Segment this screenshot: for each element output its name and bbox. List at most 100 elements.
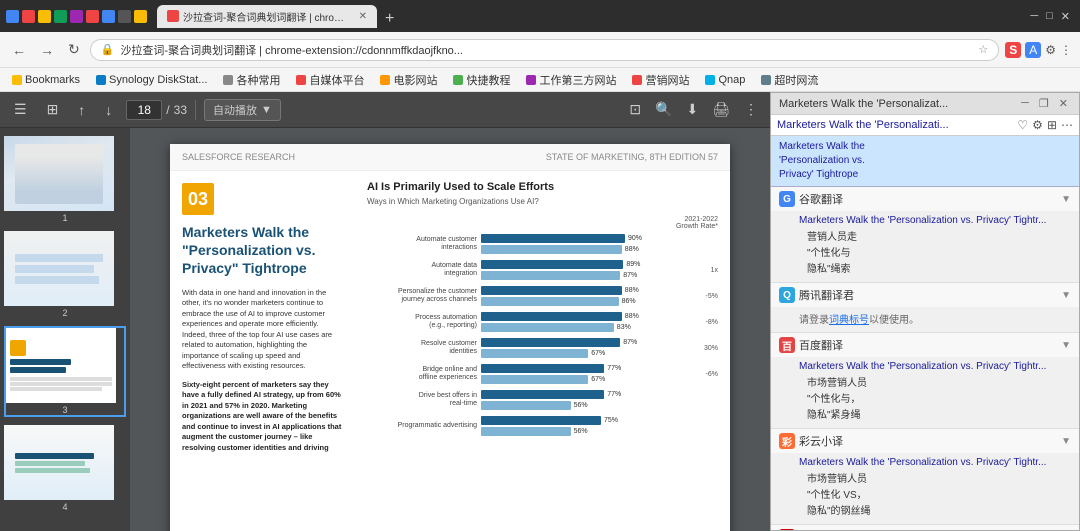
pdf-fit-button[interactable]: ⊡	[625, 99, 645, 120]
pdf-prev-button[interactable]: ↑	[72, 100, 91, 120]
bars-container: 77%67%	[481, 364, 674, 384]
ext-icon-2[interactable]: A	[1025, 42, 1041, 58]
translation-content-1: 请登录词典标号以便使用。	[771, 307, 1079, 332]
popup-copy-icon[interactable]: ⊞	[1047, 118, 1057, 132]
section-header-1[interactable]: Q腾讯翻译君▼	[771, 283, 1079, 307]
forward-button[interactable]: →	[36, 40, 58, 60]
pdf-page-input[interactable]: 18	[126, 100, 162, 120]
section-icon-baidu: 百	[779, 337, 795, 353]
window-minimize[interactable]: ─	[1030, 10, 1038, 22]
chart-row-growth: -5%	[678, 293, 718, 300]
bookmark-item-qnap[interactable]: Qnap	[701, 73, 749, 87]
back-button[interactable]: ←	[8, 40, 30, 60]
section-expand-0: ▼	[1061, 194, 1071, 205]
bookmark-item-synology[interactable]: Synology DiskStat...	[92, 73, 211, 87]
chart-row-growth: -8%	[678, 319, 718, 326]
page-content: 03 Marketers Walk the "Personalization v…	[170, 171, 730, 531]
pdf-next-button[interactable]: ↓	[99, 100, 118, 120]
bars-container: 88%86%	[481, 286, 674, 306]
popup-selected-text: Marketers Walk the'Personalization vs.Pr…	[771, 136, 1079, 187]
active-tab[interactable]: 沙拉查词-聚合词典划词翻译 | chrome-extension://cdonn…	[157, 5, 377, 28]
bar-2021	[481, 245, 622, 254]
translation-item-2-1: 市场营销人员	[799, 374, 1071, 389]
pdf-more-options[interactable]: ⋮	[740, 99, 762, 120]
popup-search-input[interactable]	[777, 119, 1013, 131]
window-close[interactable]: ✕	[1061, 10, 1070, 23]
browser-icon-tray	[0, 8, 153, 25]
bar-2022-label: 87%	[623, 339, 637, 346]
salad-ext-icon[interactable]: S	[1005, 42, 1021, 58]
bookmark-label-synology: Synology DiskStat...	[109, 74, 207, 86]
bar-2021	[481, 375, 588, 384]
chart-section-title: AI Is Primarily Used to Scale Efforts	[367, 181, 718, 193]
pdf-menu-button[interactable]: ☰	[8, 99, 33, 120]
ext-icon-3[interactable]: ⚙	[1045, 43, 1056, 57]
bar-2021-label: 88%	[625, 246, 639, 253]
section-icon-youdao: 有	[779, 529, 795, 530]
bookmark-item-tutorial[interactable]: 快捷教程	[449, 71, 514, 89]
bookmark-label-bookmarks: Bookmarks	[25, 74, 80, 86]
bookmark-item-common[interactable]: 各种常用	[219, 71, 284, 89]
bar-2021-outer: 67%	[481, 349, 674, 358]
pdf-autoplay-button[interactable]: 自动播放 ▼	[204, 99, 281, 121]
popup-settings-icon[interactable]: ⚙	[1032, 118, 1043, 132]
popup-restore-btn[interactable]: ❐	[1036, 97, 1052, 110]
bar-2022-outer: 89%	[481, 260, 674, 269]
browser-icon-4	[54, 10, 67, 23]
ext-icon-4[interactable]: ⋮	[1060, 43, 1072, 57]
pdf-zoom-out[interactable]: 🔍	[651, 99, 676, 120]
bookmark-label-movie: 电影网站	[393, 72, 437, 88]
popup-more-icon[interactable]: ⋯	[1061, 118, 1073, 132]
bar-2022	[481, 234, 625, 243]
thumbnail-3[interactable]: 3	[4, 326, 126, 417]
popup-close-btn[interactable]: ✕	[1056, 97, 1071, 110]
chart-row-growth: 30%	[678, 345, 718, 352]
browser-icon-2	[22, 10, 35, 23]
chart-row-label: Drive best offers inreal-time	[367, 392, 477, 409]
translation-item-2-0: Marketers Walk the 'Personalization vs. …	[799, 361, 1071, 372]
bookmark-item-more[interactable]: 超时网流	[757, 71, 822, 89]
thumbnail-1[interactable]: 1	[4, 136, 126, 223]
autoplay-label: 自动播放	[213, 102, 257, 118]
section-header-3[interactable]: 彩彩云小译▼	[771, 429, 1079, 453]
autoplay-dropdown-icon: ▼	[261, 104, 272, 116]
chart-row-label: Automate customerinteractions	[367, 236, 477, 253]
bars-container: 77%56%	[481, 390, 674, 410]
bar-2022-outer: 77%	[481, 364, 674, 373]
bookmark-label-more: 超时网流	[774, 72, 818, 88]
address-bar[interactable]: 🔒 沙拉查词-聚合词典划词翻译 | chrome-extension://cdo…	[90, 39, 999, 61]
tab-close-btn[interactable]: ✕	[359, 11, 367, 22]
chapter-number: 03	[182, 183, 214, 215]
window-maximize[interactable]: □	[1046, 10, 1053, 22]
bar-2021-outer: 88%	[481, 245, 674, 254]
section-icon-caiyun: 彩	[779, 433, 795, 449]
page-body-text: With data in one hand and innovation in …	[182, 288, 343, 372]
chart-row: Programmatic advertising75%56%	[367, 416, 718, 436]
popup-titlebar: Marketers Walk the 'Personalizat... ─ ❐ …	[771, 93, 1079, 115]
trans-link-1[interactable]: 词典标号	[829, 315, 869, 326]
pdf-print[interactable]: 🖨	[708, 99, 734, 120]
pdf-layout-button[interactable]: ⊞	[41, 99, 65, 120]
popup-minimize-btn[interactable]: ─	[1018, 97, 1032, 110]
section-icon-google: G	[779, 191, 795, 207]
section-header-2[interactable]: 百百度翻译▼	[771, 333, 1079, 357]
thumbnail-4[interactable]: 4	[4, 425, 126, 512]
movie-icon	[380, 75, 390, 85]
pdf-page: SALESFORCE RESEARCH STATE OF MARKETING, …	[170, 144, 730, 531]
section-header-4[interactable]: 有有道翻译▼	[771, 525, 1079, 530]
bookmark-item-thirdparty[interactable]: 工作第三方网站	[522, 71, 620, 89]
bookmark-star[interactable]: ☆	[978, 43, 988, 56]
browser-icon-9	[134, 10, 147, 23]
bars-container: 89%87%	[481, 260, 674, 280]
bookmark-item-bookmarks[interactable]: Bookmarks	[8, 73, 84, 87]
bookmark-item-movie[interactable]: 电影网站	[376, 71, 441, 89]
pdf-download[interactable]: ⬇	[682, 99, 702, 120]
thumbnail-2[interactable]: 2	[4, 231, 126, 318]
popup-heart-icon[interactable]: ♡	[1017, 118, 1028, 132]
bookmark-item-sales[interactable]: 营销网站	[628, 71, 693, 89]
translation-item-3-3: 隐私"的钢丝绳	[799, 502, 1071, 517]
bookmark-item-media[interactable]: 自媒体平台	[292, 71, 368, 89]
new-tab-button[interactable]: +	[377, 10, 402, 28]
section-header-0[interactable]: G谷歌翻译▼	[771, 187, 1079, 211]
reload-button[interactable]: ↻	[64, 39, 84, 60]
